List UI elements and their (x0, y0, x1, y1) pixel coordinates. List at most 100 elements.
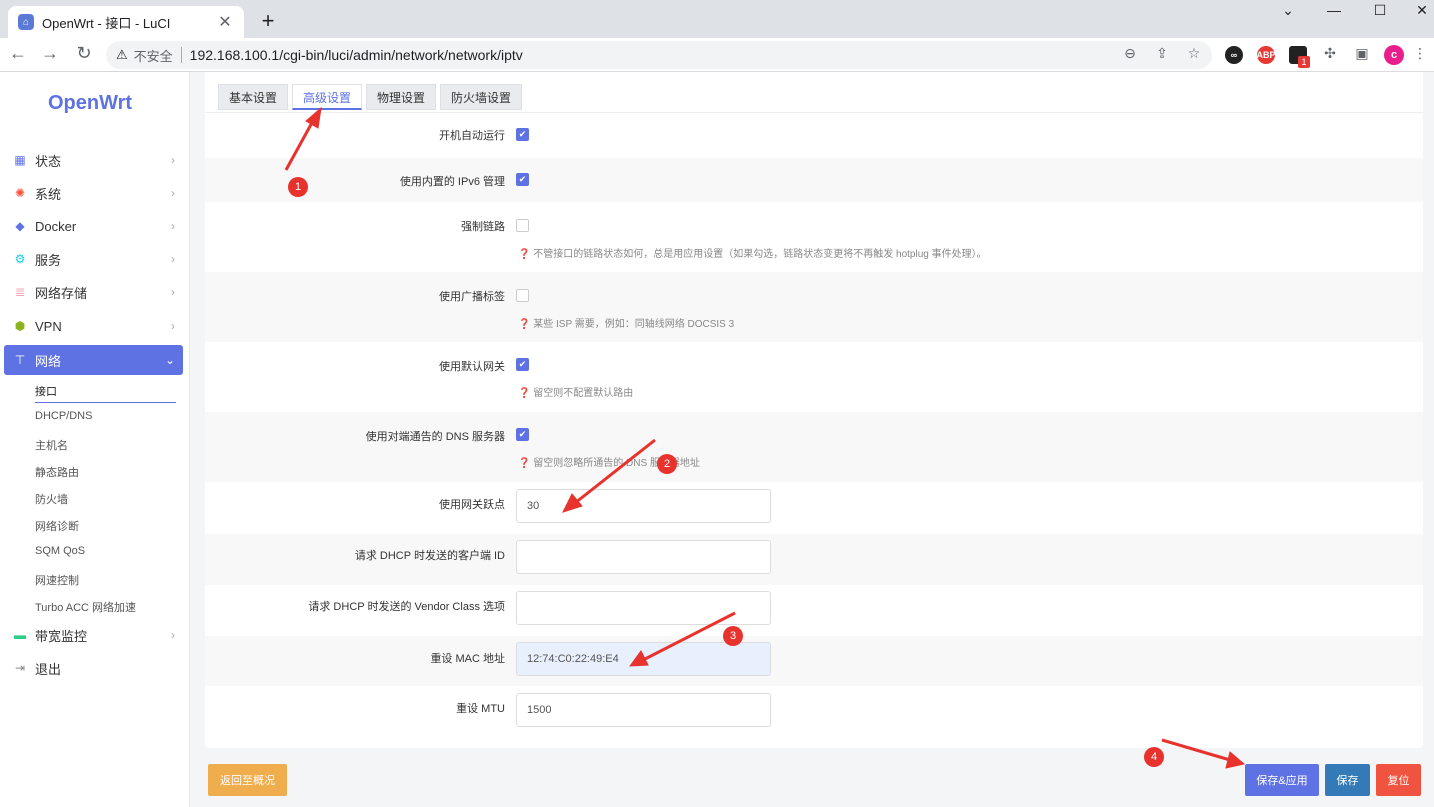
settings-card: 基本设置 高级设置 物理设置 防火墙设置 开机自动运行 ✔ 使用内置的 IPv6… (205, 72, 1423, 748)
browser-toolbar: ← → ↻ ⚠ 不安全 192.168.100.1/cgi-bin/luci/a… (0, 38, 1434, 72)
menu-item-network[interactable]: ⊤ 网络 ⌄ (4, 345, 183, 375)
menu-label: 网络 (35, 353, 62, 369)
menu-label: 网络存储 (35, 285, 88, 301)
annotation-badge-2: 2 (657, 454, 677, 474)
chevron-right-icon: › (171, 319, 175, 333)
row-broadcast: 使用广播标签 ❓ 某些 ISP 需要，例如：同轴线网络 DOCSIS 3 (205, 272, 1423, 342)
maximize-icon[interactable]: ☐ (1370, 2, 1390, 19)
forward-icon[interactable]: → (38, 43, 62, 64)
menu-item-logout[interactable]: ⇥ 退出 (4, 653, 183, 683)
vpn-icon: ⬢ (14, 319, 26, 333)
extension-glasses-icon[interactable]: ∞ (1225, 46, 1243, 64)
main-content: 基本设置 高级设置 物理设置 防火墙设置 开机自动运行 ✔ 使用内置的 IPv6… (190, 72, 1434, 807)
row-peer-dns: 使用对端通告的 DNS 服务器 ✔ ❓ 留空则忽略所通告的 DNS 服务器地址 (205, 412, 1423, 482)
menu-item-nas[interactable]: ≣ 网络存储 › (4, 277, 183, 307)
menu-label: 服务 (35, 252, 62, 268)
submenu-speed-control[interactable]: 网速控制 (35, 572, 79, 588)
broadcast-checkbox[interactable] (516, 289, 529, 302)
menu-item-vpn[interactable]: ⬢ VPN › (4, 311, 183, 341)
reload-icon[interactable]: ↻ (72, 43, 96, 64)
menu-label: 状态 (35, 153, 62, 169)
url-text[interactable]: 192.168.100.1/cgi-bin/luci/admin/network… (190, 47, 523, 63)
menu-label: 退出 (35, 661, 62, 677)
omnibox-divider (180, 47, 182, 63)
row-ipv6: 使用内置的 IPv6 管理 ✔ (205, 158, 1423, 202)
force-link-label: 强制链路 (461, 221, 505, 233)
adblock-icon[interactable]: ABP (1257, 46, 1276, 64)
broadcast-hint-text: 某些 ISP 需要，例如：同轴线网络 DOCSIS 3 (533, 319, 735, 330)
mtu-input[interactable]: 1500 (516, 693, 771, 727)
autostart-checkbox[interactable]: ✔ (516, 128, 529, 141)
vendor-class-input[interactable] (516, 591, 771, 625)
mac-input[interactable]: 12:74:C0:22:49:E4 (516, 642, 771, 676)
address-bar[interactable]: ⚠ 不安全 192.168.100.1/cgi-bin/luci/admin/n… (106, 41, 1212, 69)
submenu-turbo-acc[interactable]: Turbo ACC 网络加速 (35, 599, 136, 615)
menu-item-status[interactable]: ▦ 状态 › (4, 145, 183, 175)
save-apply-button[interactable]: 保存&应用 (1245, 764, 1319, 796)
back-icon[interactable]: ← (6, 43, 30, 64)
peer-dns-checkbox[interactable]: ✔ (516, 428, 529, 441)
annotation-badge-4: 4 (1144, 747, 1164, 767)
tab-physical[interactable]: 物理设置 (366, 84, 437, 110)
profile-avatar[interactable]: c (1384, 45, 1404, 65)
row-default-gateway: 使用默认网关 ✔ ❓ 留空则不配置默认路由 (205, 342, 1423, 412)
annotation-badge-1: 1 (288, 177, 308, 197)
save-button[interactable]: 保存 (1325, 764, 1370, 796)
sidepanel-icon[interactable]: ▣ (1352, 45, 1372, 62)
row-autostart: 开机自动运行 ✔ (205, 113, 1423, 158)
default-gateway-label: 使用默认网关 (439, 361, 505, 373)
menu-label: 带宽监控 (35, 628, 88, 644)
warning-icon[interactable]: ⚠ (116, 47, 128, 63)
close-tab-icon[interactable]: ✕ (216, 12, 234, 32)
metric-input[interactable]: 30 (516, 489, 771, 523)
openwrt-favicon-icon: ⌂ (18, 14, 34, 30)
menu-item-bandwidth[interactable]: ▬ 带宽监控 › (4, 620, 183, 650)
minimize-icon[interactable]: — (1324, 2, 1344, 18)
back-to-overview-button[interactable]: 返回至概况 (208, 764, 287, 796)
client-id-input[interactable] (516, 540, 771, 574)
chevron-right-icon: › (171, 153, 175, 167)
tab-general[interactable]: 基本设置 (218, 84, 289, 110)
help-icon: ❓ (518, 319, 531, 330)
new-tab-button[interactable]: + (256, 8, 280, 34)
menu-item-system[interactable]: ✺ 系统 › (4, 178, 183, 208)
submenu-diagnostics[interactable]: 网络诊断 (35, 518, 79, 534)
submenu-hostnames[interactable]: 主机名 (35, 437, 68, 453)
chevron-right-icon: › (171, 285, 175, 299)
tab-advanced[interactable]: 高级设置 (292, 84, 363, 110)
default-gateway-checkbox[interactable]: ✔ (516, 358, 529, 371)
bandwidth-icon: ▬ (14, 628, 26, 642)
force-link-checkbox[interactable] (516, 219, 529, 232)
submenu-firewall[interactable]: 防火墙 (35, 491, 68, 507)
share-icon[interactable]: ⇪ (1152, 45, 1172, 62)
menu-item-docker[interactable]: ◆ Docker › (4, 211, 183, 241)
menu-label: 系统 (35, 186, 62, 202)
ipv6-checkbox[interactable]: ✔ (516, 173, 529, 186)
browser-tab[interactable]: ⌂ OpenWrt - 接口 - LuCI ✕ (8, 6, 244, 38)
submenu-interfaces[interactable]: 接口 (35, 383, 57, 399)
tab-search-icon[interactable]: ⌄ (1278, 2, 1298, 19)
menu-label: VPN (35, 318, 62, 334)
insecure-label: 不安全 (133, 48, 173, 64)
submenu-dhcp-dns[interactable]: DHCP/DNS (35, 410, 92, 422)
bookmark-star-icon[interactable]: ☆ (1184, 45, 1204, 62)
submenu-static-routes[interactable]: 静态路由 (35, 464, 79, 480)
reset-button[interactable]: 复位 (1376, 764, 1421, 796)
menu-label: Docker (35, 218, 77, 234)
zoom-icon[interactable]: ⊖ (1120, 45, 1140, 62)
section-tabs: 基本设置 高级设置 物理设置 防火墙设置 (218, 84, 526, 110)
puzzle-icon[interactable]: ✣ (1320, 45, 1340, 62)
openwrt-logo[interactable]: OpenWrt (48, 92, 132, 115)
mtu-label: 重设 MTU (456, 703, 505, 715)
chevron-right-icon: › (171, 628, 175, 642)
chevron-right-icon: › (171, 186, 175, 200)
chrome-menu-icon[interactable]: ⋮ (1410, 45, 1430, 62)
close-window-icon[interactable]: ✕ (1412, 2, 1432, 19)
menu-item-services[interactable]: ⚙ 服务 › (4, 244, 183, 274)
chevron-right-icon: › (171, 252, 175, 266)
submenu-sqm-qos[interactable]: SQM QoS (35, 545, 85, 557)
default-gateway-hint-text: 留空则不配置默认路由 (533, 388, 634, 399)
extension-badge-count: 1 (1298, 56, 1310, 68)
tab-firewall[interactable]: 防火墙设置 (440, 84, 523, 110)
force-link-hint-text: 不管接口的链路状态如何，总是用应用设置（如果勾选，链路状态变更将不再触发 hot… (533, 249, 987, 260)
